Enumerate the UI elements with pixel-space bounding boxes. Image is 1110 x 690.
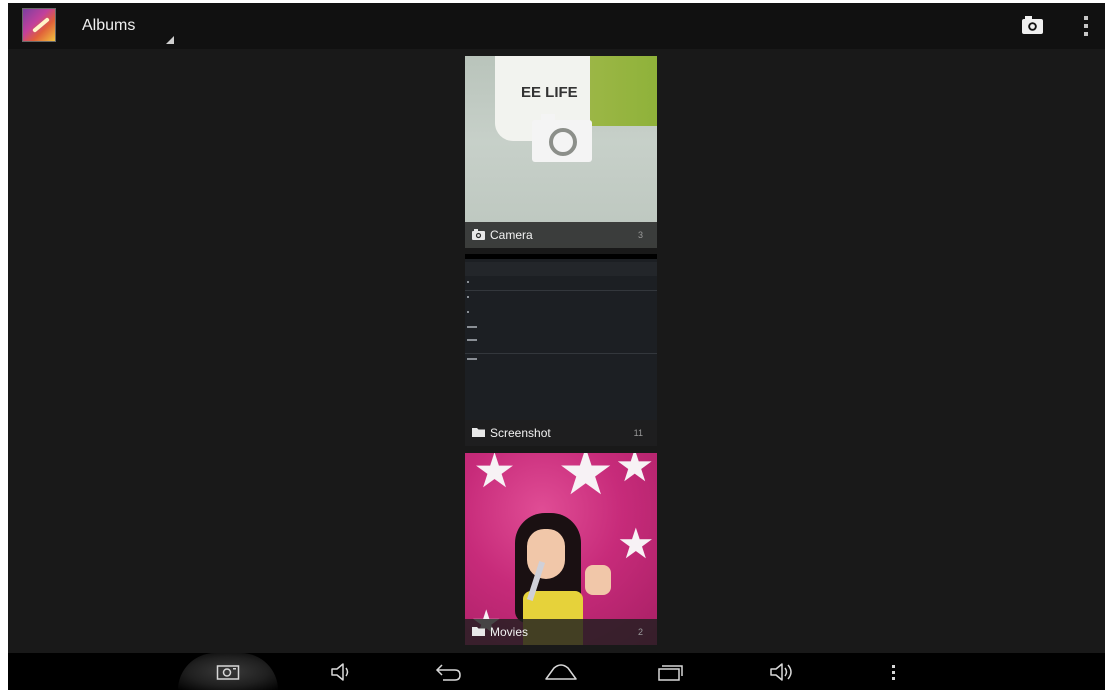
screen: Albums EE LIFE Camera 3 Screenshot 11 ★ … <box>8 3 1105 690</box>
camera-placeholder-icon <box>532 114 592 162</box>
album-count: 3 <box>637 230 643 240</box>
album-tile-movies[interactable]: ★ ★ ★ ★ ★ Movies 2 <box>465 453 657 645</box>
volume-down-button[interactable] <box>306 653 376 690</box>
folder-icon <box>472 428 485 437</box>
album-label: Movies 2 <box>465 619 657 645</box>
folder-icon <box>472 627 485 636</box>
navigation-bar <box>8 653 1105 690</box>
home-icon <box>545 663 577 680</box>
back-icon <box>435 663 461 681</box>
action-bar: Albums <box>8 3 1105 49</box>
recents-icon <box>658 664 683 681</box>
album-label: Screenshot 11 <box>465 420 657 446</box>
album-thumbnail: ★ ★ ★ ★ ★ <box>465 453 657 645</box>
menu-icon <box>892 664 895 680</box>
albums-dropdown[interactable]: Albums <box>72 3 182 49</box>
album-thumbnail: EE LIFE <box>465 56 657 248</box>
camera-icon <box>472 229 485 240</box>
screenshot-button[interactable] <box>178 653 278 690</box>
screenshot-icon <box>216 664 240 680</box>
recent-apps-button[interactable] <box>636 653 706 690</box>
album-tile-camera[interactable]: EE LIFE Camera 3 <box>465 56 657 248</box>
volume-down-icon <box>331 662 349 681</box>
gallery-icon[interactable] <box>22 8 56 42</box>
volume-up-button[interactable] <box>748 653 818 690</box>
overflow-menu-button[interactable] <box>1076 12 1096 40</box>
album-label: Camera 3 <box>465 222 657 248</box>
album-tile-screenshot[interactable]: Screenshot 11 <box>465 254 657 446</box>
menu-button[interactable] <box>858 653 928 690</box>
home-button[interactable] <box>526 653 596 690</box>
camera-button[interactable] <box>1014 12 1050 40</box>
dropdown-arrow-icon <box>166 36 174 44</box>
overflow-menu-icon <box>1084 16 1088 36</box>
volume-up-icon <box>770 662 792 681</box>
camera-icon <box>1022 16 1043 34</box>
album-thumbnail <box>465 254 657 446</box>
album-count: 11 <box>633 428 643 438</box>
album-name: Camera <box>490 228 533 242</box>
back-button[interactable] <box>413 653 483 690</box>
album-count: 2 <box>637 627 643 637</box>
page-title: Albums <box>82 17 136 34</box>
album-name: Screenshot <box>490 426 551 440</box>
album-name: Movies <box>490 625 529 639</box>
